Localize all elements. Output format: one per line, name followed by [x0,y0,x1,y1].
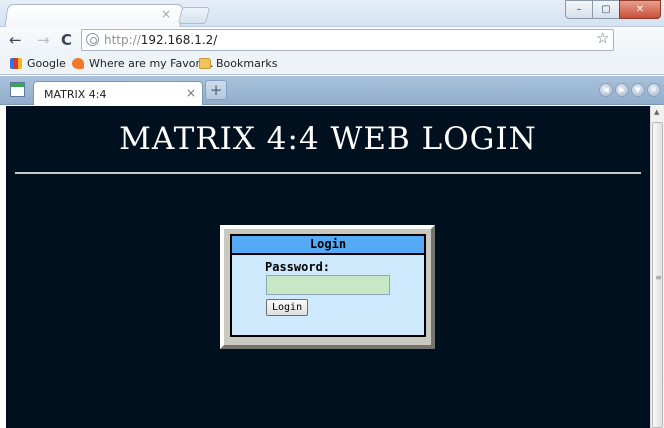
new-tab-button[interactable] [177,7,211,24]
forward-arrow-icon[interactable]: → [37,31,50,49]
page-info-icon[interactable] [86,33,99,46]
navigation-toolbar: ← → C http://192.168.1.2/ ☆ [0,27,664,54]
close-icon[interactable]: ✕ [647,83,661,97]
favorites-icon [72,58,84,69]
reload-icon[interactable]: C [61,31,72,49]
back-arrow-icon[interactable]: ← [9,31,22,49]
scrollbar-thumb[interactable]: ≡ [652,122,663,428]
inner-window-controls: ◀ ▶ ▼ ✕ [597,83,661,97]
folder-icon [199,58,211,69]
title-divider [15,172,641,174]
vertical-scrollbar[interactable]: ▲ ≡ [650,106,664,428]
address-bar[interactable]: http://192.168.1.2/ [81,29,614,51]
page-content: MATRIX 4:4 WEB LOGIN Login Password: Log… [6,106,650,428]
url-text[interactable]: http://192.168.1.2/ [104,33,217,47]
bookmark-label: Bookmarks [216,57,278,70]
bookmark-label: Google [27,57,66,70]
password-field[interactable] [266,275,390,295]
scroll-right-icon[interactable]: ▶ [615,83,629,97]
login-header: Login [232,236,424,255]
bookmark-folder[interactable]: Bookmarks [199,57,277,70]
url-scheme: http:// [104,33,141,47]
scroll-left-icon[interactable]: ◀ [599,83,613,97]
login-panel: Login Password: Login [220,225,435,349]
dropdown-icon[interactable]: ▼ [631,83,645,97]
bookmark-label: Where are my Favori... [89,57,214,70]
google-icon [10,58,22,69]
grip-icon: ≡ [655,273,662,282]
add-tab-button[interactable]: + [205,80,227,100]
browser-titlebar: × – ▢ ✕ [0,0,664,28]
maximize-icon[interactable]: ▢ [592,0,620,19]
login-form: Login Password: Login [230,234,426,337]
bookmark-favorites[interactable]: Where are my Favori... [72,57,214,70]
password-label: Password: [265,260,331,274]
page-title: MATRIX 4:4 WEB LOGIN [119,121,537,157]
login-button[interactable]: Login [266,299,309,316]
inner-tab-strip: MATRIX 4:4 × + ◀ ▶ ▼ ✕ [0,76,664,105]
tab-close-icon[interactable]: × [161,7,171,21]
bookmark-google[interactable]: Google [10,57,66,70]
scroll-up-icon[interactable]: ▲ [654,108,659,116]
minimize-icon[interactable]: – [565,0,593,19]
tab-matrix[interactable]: MATRIX 4:4 × [33,81,203,105]
tab-close-icon[interactable]: × [186,86,196,100]
window-controls: – ▢ ✕ [565,0,661,19]
tab-label: MATRIX 4:4 [44,88,107,101]
url-host: 192.168.1.2/ [140,33,218,47]
bookmarks-bar: Google Where are my Favori... Bookmarks [0,54,664,75]
browser-tab[interactable] [4,4,184,28]
app-window-icon[interactable] [10,82,25,97]
bookmark-star-icon[interactable]: ☆ [596,29,609,47]
close-icon[interactable]: ✕ [619,0,661,19]
